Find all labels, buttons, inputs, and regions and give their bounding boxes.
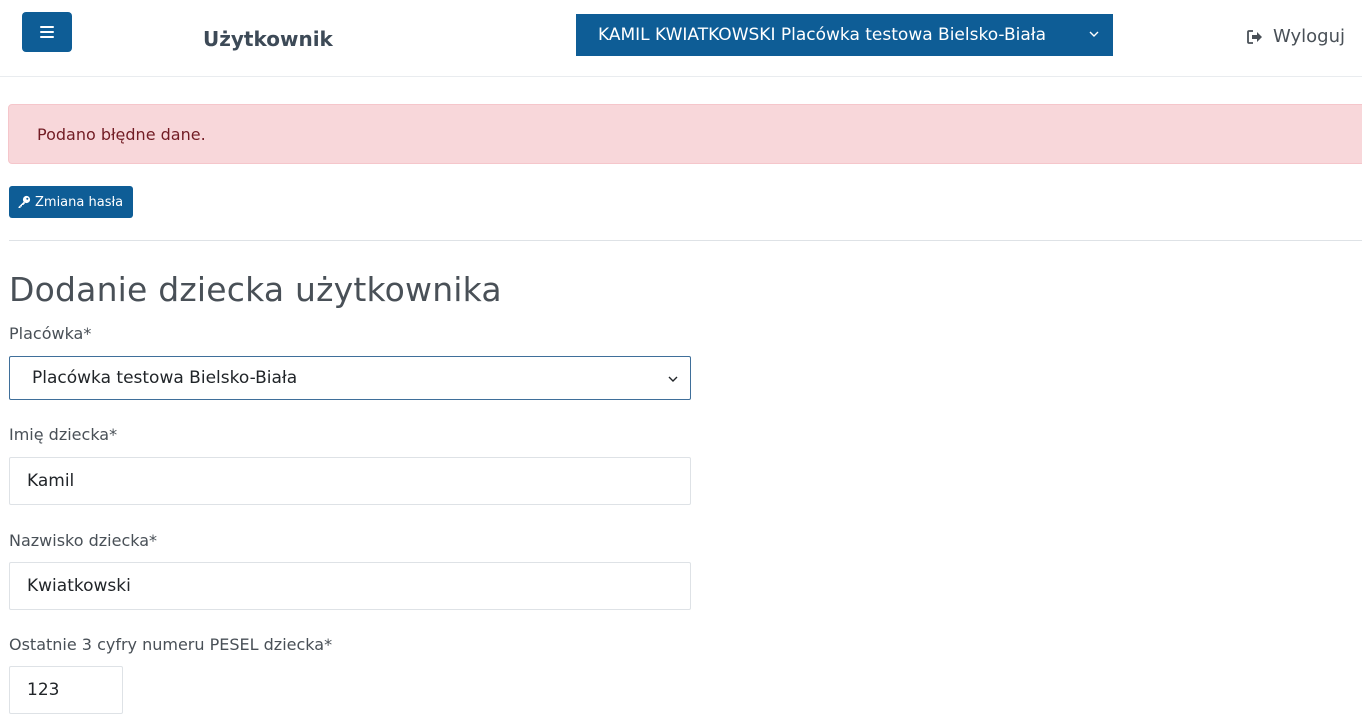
user-facility-select-value: KAMIL KWIATKOWSKI Placówka testowa Biels… xyxy=(598,25,1047,45)
error-alert: Podano błędne dane. xyxy=(8,104,1362,164)
user-facility-select[interactable]: KAMIL KWIATKOWSKI Placówka testowa Biels… xyxy=(576,14,1113,56)
top-navbar: Użytkownik KAMIL KWIATKOWSKI Placówka te… xyxy=(0,0,1362,77)
menu-toggle-button[interactable] xyxy=(22,12,72,52)
pesel-label: Ostatnie 3 cyfry numeru PESEL dziecka* xyxy=(9,635,333,654)
logout-label: Wyloguj xyxy=(1273,26,1345,47)
form-title: Dodanie dziecka użytkownika xyxy=(9,270,502,309)
hamburger-icon xyxy=(40,26,54,38)
last-name-label: Nazwisko dziecka* xyxy=(9,531,158,550)
chevron-down-icon xyxy=(1089,31,1099,37)
error-alert-message: Podano błędne dane. xyxy=(37,124,206,144)
facility-select[interactable]: Placówka testowa Bielsko-Biała xyxy=(9,356,691,400)
first-name-label: Imię dziecka* xyxy=(9,425,118,444)
change-password-button[interactable]: Zmiana hasła xyxy=(9,186,134,218)
facility-select-value: Placówka testowa Bielsko-Biała xyxy=(32,368,298,388)
pesel-input[interactable] xyxy=(9,666,123,714)
facility-label: Placówka* xyxy=(9,324,92,343)
last-name-input[interactable] xyxy=(9,562,691,610)
sign-out-icon xyxy=(1247,29,1262,44)
first-name-input[interactable] xyxy=(9,457,691,505)
section-divider xyxy=(9,240,1362,241)
page-title: Użytkownik xyxy=(203,27,333,51)
key-icon xyxy=(18,195,31,208)
logout-link[interactable]: Wyloguj xyxy=(1247,26,1345,47)
chevron-down-icon xyxy=(668,376,678,382)
change-password-label: Zmiana hasła xyxy=(35,194,124,210)
